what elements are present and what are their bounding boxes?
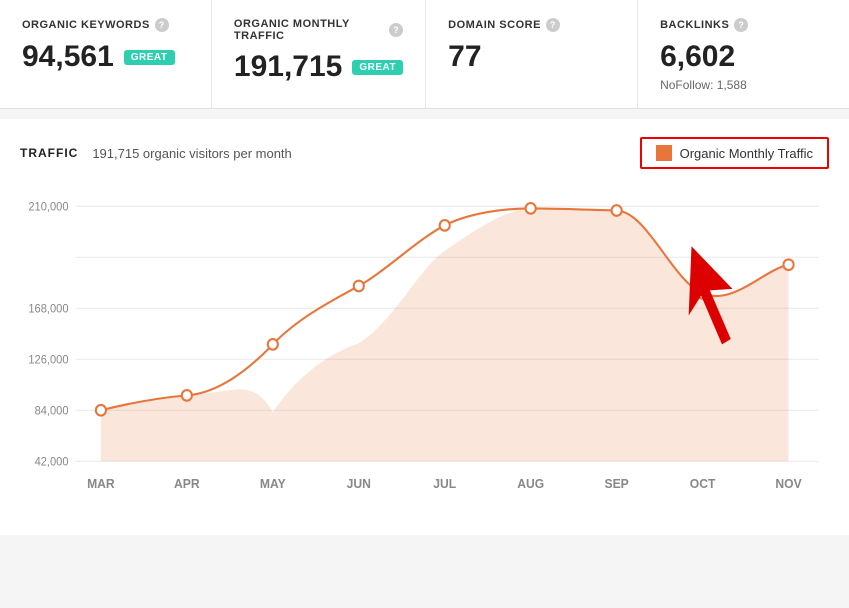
metric-label: Organic Keywords: [22, 19, 150, 31]
data-point-aug: [526, 203, 536, 214]
info-icon-traffic[interactable]: ?: [389, 23, 403, 37]
data-point-jun: [354, 281, 364, 292]
svg-text:MAY: MAY: [260, 477, 287, 491]
metric-value-backlinks: 6,602: [660, 40, 827, 74]
great-badge: GREAT: [352, 60, 403, 75]
metric-number: 6,602: [660, 40, 735, 74]
legend-box: Organic Monthly Traffic: [640, 137, 829, 169]
svg-text:APR: APR: [174, 477, 200, 491]
svg-text:MAR: MAR: [87, 477, 115, 491]
chart-section-label: TRAFFIC: [20, 146, 78, 160]
metric-card-organic-keywords: Organic Keywords ? 94,561 GREAT: [0, 0, 212, 108]
chart-area: 210,000 168,000 126,000 84,000 42,000 MA…: [20, 185, 829, 525]
great-badge: GREAT: [124, 50, 175, 65]
data-point-jul: [440, 220, 450, 231]
metric-value-organic-keywords: 94,561 GREAT: [22, 40, 189, 74]
metric-label: Backlinks: [660, 19, 729, 31]
metric-title-organic-traffic: Organic Monthly Traffic ?: [234, 18, 403, 42]
metric-title-backlinks: Backlinks ?: [660, 18, 827, 32]
metric-value-domain-score: 77: [448, 40, 615, 74]
data-point-nov: [783, 259, 793, 270]
backlinks-nofollow: NoFollow: 1,588: [660, 78, 827, 92]
svg-text:OCT: OCT: [690, 477, 716, 491]
svg-text:JUL: JUL: [433, 477, 456, 491]
svg-text:SEP: SEP: [605, 477, 629, 491]
info-icon-backlinks[interactable]: ?: [734, 18, 748, 32]
svg-text:NOV: NOV: [775, 477, 802, 491]
legend-label: Organic Monthly Traffic: [680, 146, 813, 161]
metric-label: Domain Score: [448, 19, 541, 31]
info-icon-domain[interactable]: ?: [546, 18, 560, 32]
metric-card-backlinks: Backlinks ? 6,602 NoFollow: 1,588: [638, 0, 849, 108]
svg-text:210,000: 210,000: [28, 201, 68, 213]
svg-text:42,000: 42,000: [35, 456, 69, 468]
legend-color-swatch: [656, 145, 672, 161]
data-point-may: [268, 339, 278, 350]
svg-text:126,000: 126,000: [28, 354, 68, 366]
svg-text:168,000: 168,000: [28, 303, 68, 315]
metric-title-organic-keywords: Organic Keywords ?: [22, 18, 189, 32]
metrics-row: Organic Keywords ? 94,561 GREAT Organic …: [0, 0, 849, 109]
svg-text:84,000: 84,000: [35, 405, 69, 417]
metric-number: 191,715: [234, 50, 342, 84]
metric-card-organic-traffic: Organic Monthly Traffic ? 191,715 GREAT: [212, 0, 426, 108]
data-point-mar: [96, 405, 106, 416]
metric-number: 77: [448, 40, 481, 74]
metric-card-domain-score: Domain Score ? 77: [426, 0, 638, 108]
svg-text:AUG: AUG: [517, 477, 544, 491]
data-point-apr: [182, 390, 192, 401]
metric-label: Organic Monthly Traffic: [234, 18, 384, 42]
info-icon-keywords[interactable]: ?: [155, 18, 169, 32]
data-point-sep: [612, 205, 622, 216]
traffic-chart-svg: 210,000 168,000 126,000 84,000 42,000 MA…: [20, 185, 829, 525]
metric-value-organic-traffic: 191,715 GREAT: [234, 50, 403, 84]
chart-header: TRAFFIC 191,715 organic visitors per mon…: [20, 137, 829, 169]
metric-number: 94,561: [22, 40, 114, 74]
metric-title-domain-score: Domain Score ?: [448, 18, 615, 32]
chart-title-area: TRAFFIC 191,715 organic visitors per mon…: [20, 146, 292, 161]
svg-text:JUN: JUN: [347, 477, 371, 491]
chart-container: TRAFFIC 191,715 organic visitors per mon…: [0, 119, 849, 535]
chart-subtitle: 191,715 organic visitors per month: [92, 146, 291, 161]
